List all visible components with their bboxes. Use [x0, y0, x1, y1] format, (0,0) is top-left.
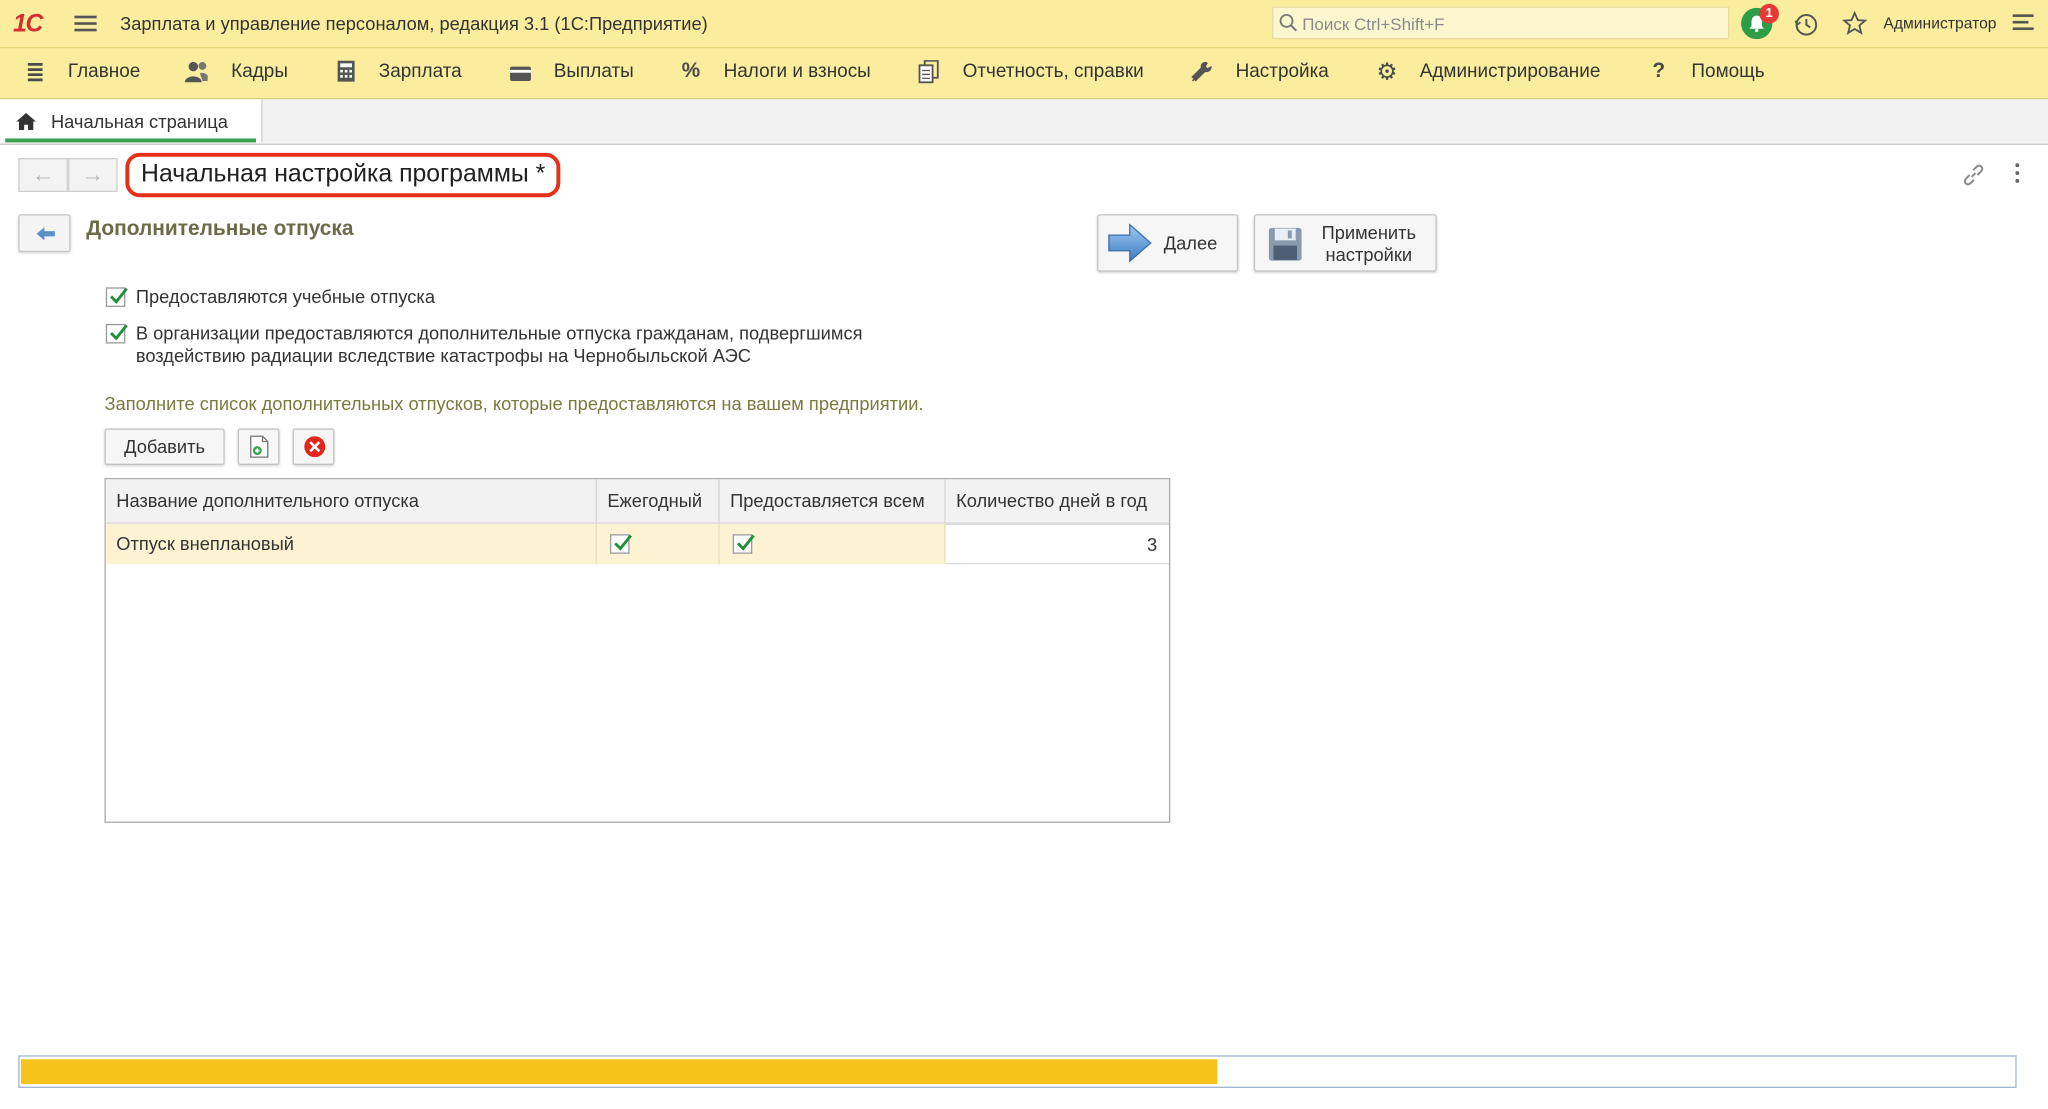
- chernobyl-leave-label: В организации предоставляются дополнител…: [136, 323, 863, 367]
- people-icon: [184, 61, 208, 83]
- apply-settings-button[interactable]: Применить настройки: [1253, 214, 1437, 272]
- calculator-icon: [337, 60, 355, 82]
- search-input[interactable]: Поиск Ctrl+Shift+F: [1272, 6, 1730, 40]
- save-disk-icon: [1268, 227, 1302, 261]
- section-label: Зарплата: [378, 61, 462, 83]
- column-header-for-all[interactable]: Предоставляется всем: [720, 479, 946, 523]
- chernobyl-leave-checkbox[interactable]: [105, 323, 128, 344]
- cell-annual[interactable]: [596, 523, 720, 565]
- cell-name[interactable]: Отпуск внеплановый: [105, 523, 597, 565]
- checkmark-icon: [110, 324, 128, 341]
- home-icon: [16, 112, 36, 130]
- history-icon[interactable]: [1793, 12, 1819, 38]
- percent-icon: %: [681, 60, 701, 83]
- study-leave-label: Предоставляются учебные отпуска: [135, 286, 436, 307]
- section-label: Выплаты: [553, 61, 634, 83]
- section-settings[interactable]: Настройка: [1191, 61, 1329, 83]
- column-header-days[interactable]: Количество дней в год: [946, 479, 1169, 522]
- section-label: Отчетность, справки: [962, 61, 1144, 83]
- sections-panel: ≣ Главное Кадры Зарплата Выплаты % Налог…: [0, 48, 2048, 100]
- copy-row-button[interactable]: [237, 428, 280, 465]
- question-icon: ?: [1652, 60, 1666, 83]
- column-header-annual[interactable]: Ежегодный: [597, 479, 720, 523]
- table-row[interactable]: Отпуск внеплановый 3: [105, 523, 1169, 565]
- arrow-right-icon: [1108, 223, 1152, 263]
- section-salary[interactable]: Зарплата: [337, 60, 462, 83]
- section-help[interactable]: ? Помощь: [1652, 60, 1765, 83]
- app-title: Зарплата и управление персоналом, редакц…: [120, 13, 708, 34]
- annual-checkbox[interactable]: [609, 534, 632, 554]
- gear-icon: ⚙: [1376, 58, 1398, 85]
- back-nav-button[interactable]: ←: [18, 158, 68, 192]
- section-label: Налоги и взносы: [723, 61, 871, 83]
- cell-days[interactable]: 3: [945, 523, 1169, 565]
- section-administration[interactable]: ⚙ Администрирование: [1377, 60, 1601, 84]
- link-icon[interactable]: [1962, 163, 1986, 187]
- apply-label-line2: настройки: [1325, 244, 1413, 266]
- arrow-left-icon: ←: [31, 161, 55, 187]
- wallet-icon: [510, 66, 531, 81]
- section-label: Настройка: [1235, 61, 1329, 83]
- hint-text: Заполните список дополнительных отпусков…: [104, 393, 924, 415]
- chernobyl-leave-line2: воздействию радиации вследствие катастро…: [135, 344, 751, 366]
- favorites-star-icon[interactable]: [1841, 10, 1868, 36]
- section-hr[interactable]: Кадры: [184, 61, 288, 83]
- checkmark-icon: [614, 534, 632, 551]
- section-main[interactable]: ≣ Главное: [25, 60, 141, 84]
- more-actions-icon[interactable]: [2015, 163, 2020, 187]
- section-label: Главное: [67, 61, 141, 83]
- checkmark-icon: [110, 287, 128, 304]
- leave-types-table[interactable]: Название дополнительного отпуска Ежегодн…: [104, 478, 1171, 823]
- wrench-icon: [1191, 61, 1212, 82]
- section-label: Помощь: [1691, 61, 1765, 83]
- open-windows-panel: Начальная страница: [0, 99, 2048, 145]
- arrow-left-icon: [36, 227, 55, 241]
- progress-fill: [20, 1059, 1218, 1085]
- study-leave-checkbox[interactable]: [105, 287, 128, 307]
- settings-menu-icon[interactable]: [2012, 14, 2034, 34]
- apply-label-line1: Применить: [1321, 222, 1417, 243]
- search-placeholder: Поиск Ctrl+Shift+F: [1302, 14, 1445, 34]
- tab-home-label: Начальная страница: [50, 111, 228, 132]
- cell-for-all[interactable]: [719, 523, 946, 565]
- section-label: Кадры: [231, 61, 288, 83]
- documents-icon: [918, 60, 939, 84]
- chernobyl-leave-line1: В организации предоставляются дополнител…: [135, 322, 863, 344]
- for-all-checkbox[interactable]: [732, 534, 755, 554]
- notifications-badge: 1: [1759, 3, 1779, 24]
- copy-document-icon: [250, 435, 269, 458]
- section-taxes[interactable]: % Налоги и взносы: [682, 60, 871, 83]
- progress-bar: [18, 1055, 2017, 1088]
- delete-row-button[interactable]: [292, 428, 335, 465]
- column-header-name[interactable]: Название дополнительного отпуска: [106, 479, 597, 523]
- arrow-right-icon: →: [81, 161, 104, 187]
- step-back-button[interactable]: [18, 214, 71, 253]
- active-tab-indicator: [5, 138, 256, 143]
- form-title: Начальная настройка программы *: [125, 152, 561, 198]
- tab-home[interactable]: Начальная страница: [0, 99, 263, 143]
- table-header: Название дополнительного отпуска Ежегодн…: [105, 479, 1169, 524]
- main-menu-icon[interactable]: [74, 12, 97, 34]
- section-label: Администрирование: [1419, 61, 1601, 83]
- next-label: Далее: [1163, 232, 1218, 254]
- search-icon: [1279, 13, 1298, 32]
- section-payments[interactable]: Выплаты: [510, 61, 634, 83]
- forward-nav-button[interactable]: →: [67, 158, 118, 192]
- add-button[interactable]: Добавить: [104, 428, 225, 465]
- 1c-logo: 1С: [13, 10, 43, 38]
- step-heading: Дополнительные отпуска: [86, 218, 354, 241]
- delete-icon: [304, 436, 326, 458]
- checkmark-icon: [736, 534, 755, 551]
- title-bar: 1С Зарплата и управление персоналом, ред…: [0, 0, 2048, 49]
- menu-icon: ≣: [25, 58, 46, 85]
- section-reports[interactable]: Отчетность, справки: [918, 60, 1144, 84]
- current-user[interactable]: Администратор: [1883, 14, 1996, 32]
- next-button[interactable]: Далее: [1097, 214, 1239, 272]
